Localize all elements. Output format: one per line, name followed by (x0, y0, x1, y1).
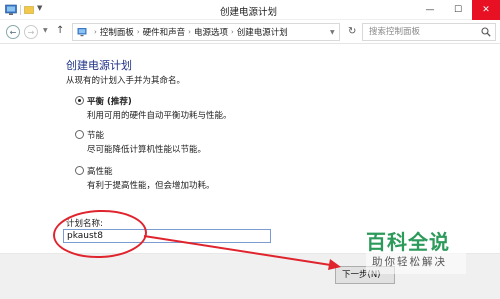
breadcrumb-separator: › (188, 28, 191, 36)
title-bar: ▼ 创建电源计划 — ☐ ✕ (0, 0, 500, 20)
breadcrumb-separator: › (230, 28, 234, 36)
option-power-saver-label[interactable]: 节能 (87, 129, 104, 141)
close-button[interactable]: ✕ (472, 0, 500, 20)
watermark-logo: 百科全说 助你轻松解决 (366, 226, 466, 274)
minimize-button[interactable]: — (416, 0, 444, 20)
navigation-bar: ← → ▼ ↑ › 控制面板 › 硬件和声音 › 电源选项 › 创建电源计划 ▼… (0, 20, 500, 44)
radio-power-saver[interactable] (75, 130, 84, 139)
maximize-button[interactable]: ☐ (444, 0, 472, 20)
breadcrumb-separator: › (136, 28, 140, 36)
watermark-subtitle: 助你轻松解决 (372, 256, 447, 268)
watermark-title: 百科全说 (366, 230, 450, 254)
forward-arrow-icon[interactable]: → (24, 25, 38, 39)
quick-access-separator (20, 5, 21, 15)
address-control-panel-icon (77, 28, 87, 37)
radio-high-performance[interactable] (75, 166, 84, 175)
option-high-performance-label[interactable]: 高性能 (87, 165, 113, 177)
address-dropdown-icon[interactable]: ▼ (330, 29, 335, 36)
breadcrumb-separator: › (94, 28, 97, 36)
breadcrumb-hardware-sound[interactable]: 硬件和声音 (143, 26, 186, 38)
page-title: 创建电源计划 (66, 59, 132, 72)
breadcrumb-create-plan[interactable]: 创建电源计划 (237, 26, 288, 38)
quick-access-icon[interactable] (24, 5, 34, 15)
breadcrumb-power-options[interactable]: 电源选项 (194, 26, 228, 38)
window-title: 创建电源计划 (220, 7, 278, 18)
plan-name-field[interactable] (63, 229, 271, 243)
control-panel-icon (5, 4, 17, 15)
up-arrow-icon[interactable]: ↑ (56, 25, 64, 36)
option-balanced-description: 利用可用的硬件自动平衡功耗与性能。 (87, 111, 232, 121)
recent-locations-dropdown-icon[interactable]: ▼ (43, 27, 48, 34)
radio-balanced[interactable] (75, 96, 84, 105)
search-box[interactable] (362, 23, 496, 41)
option-balanced-label[interactable]: 平衡 (推荐) (87, 95, 132, 107)
plan-name-label: 计划名称: (66, 219, 103, 229)
quick-access-dropdown-icon[interactable]: ▼ (37, 4, 42, 12)
search-icon[interactable] (481, 27, 491, 37)
option-power-saver-description: 尽可能降低计算机性能以节能。 (87, 145, 207, 155)
back-arrow-icon[interactable]: ← (6, 25, 20, 39)
page-subtitle: 从现有的计划入手并为其命名。 (66, 76, 186, 86)
option-high-performance-description: 有利于提高性能，但会增加功耗。 (87, 181, 215, 191)
search-input[interactable] (363, 24, 473, 40)
address-bar[interactable]: › 控制面板 › 硬件和声音 › 电源选项 › 创建电源计划 (72, 23, 340, 41)
refresh-icon[interactable]: ↻ (348, 26, 356, 37)
breadcrumb-control-panel[interactable]: 控制面板 (100, 26, 134, 38)
